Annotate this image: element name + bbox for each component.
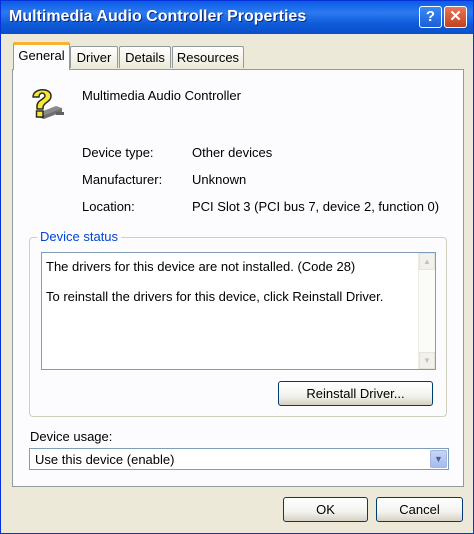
- help-icon: ?: [425, 8, 436, 25]
- manufacturer-value: Unknown: [192, 172, 247, 187]
- tab-label: General: [18, 48, 65, 63]
- tab-resources[interactable]: Resources: [172, 46, 244, 68]
- help-button[interactable]: ?: [419, 6, 442, 28]
- device-name: Multimedia Audio Controller: [82, 88, 241, 103]
- device-usage-select[interactable]: Use this device (enable) ▼: [29, 448, 449, 470]
- device-type-label: Device type:: [82, 145, 154, 160]
- device-type-value: Other devices: [192, 145, 273, 160]
- cancel-label: Cancel: [399, 502, 440, 517]
- reinstall-driver-label: Reinstall Driver...: [306, 386, 405, 401]
- unknown-device-question-mark-icon: [32, 89, 64, 119]
- device-usage-value: Use this device (enable): [35, 452, 175, 467]
- tab-driver[interactable]: Driver: [70, 46, 118, 68]
- close-icon: ✕: [449, 8, 462, 25]
- reinstall-driver-button[interactable]: Reinstall Driver...: [278, 381, 433, 406]
- device-usage-label: Device usage:: [30, 429, 113, 444]
- scroll-down-arrow-icon[interactable]: ▼: [419, 352, 435, 369]
- properties-dialog: Multimedia Audio Controller Properties ?…: [0, 0, 474, 534]
- title-bar[interactable]: Multimedia Audio Controller Properties ?…: [1, 1, 473, 34]
- close-button[interactable]: ✕: [444, 6, 467, 28]
- tab-details[interactable]: Details: [119, 46, 171, 68]
- tab-label: Details: [125, 50, 165, 65]
- manufacturer-label: Manufacturer:: [82, 172, 163, 187]
- status-scrollbar[interactable]: ▲ ▼: [418, 253, 435, 369]
- ok-label: OK: [316, 502, 335, 517]
- location-label: Location:: [82, 199, 135, 214]
- cancel-button[interactable]: Cancel: [376, 497, 463, 522]
- window-title: Multimedia Audio Controller Properties: [9, 8, 307, 25]
- device-status-textbox[interactable]: The drivers for this device are not inst…: [41, 252, 436, 370]
- tab-label: Driver: [76, 50, 112, 65]
- status-line-instruction: To reinstall the drivers for this device…: [46, 289, 384, 304]
- status-line-error: The drivers for this device are not inst…: [46, 259, 356, 274]
- device-status-legend: Device status: [37, 229, 122, 244]
- chevron-down-icon[interactable]: ▼: [430, 450, 447, 468]
- scroll-up-arrow-icon[interactable]: ▲: [419, 253, 435, 270]
- tab-label: Resources: [176, 50, 240, 65]
- ok-button[interactable]: OK: [283, 497, 368, 522]
- tab-general[interactable]: General: [13, 42, 70, 70]
- location-value: PCI Slot 3 (PCI bus 7, device 2, functio…: [192, 199, 440, 214]
